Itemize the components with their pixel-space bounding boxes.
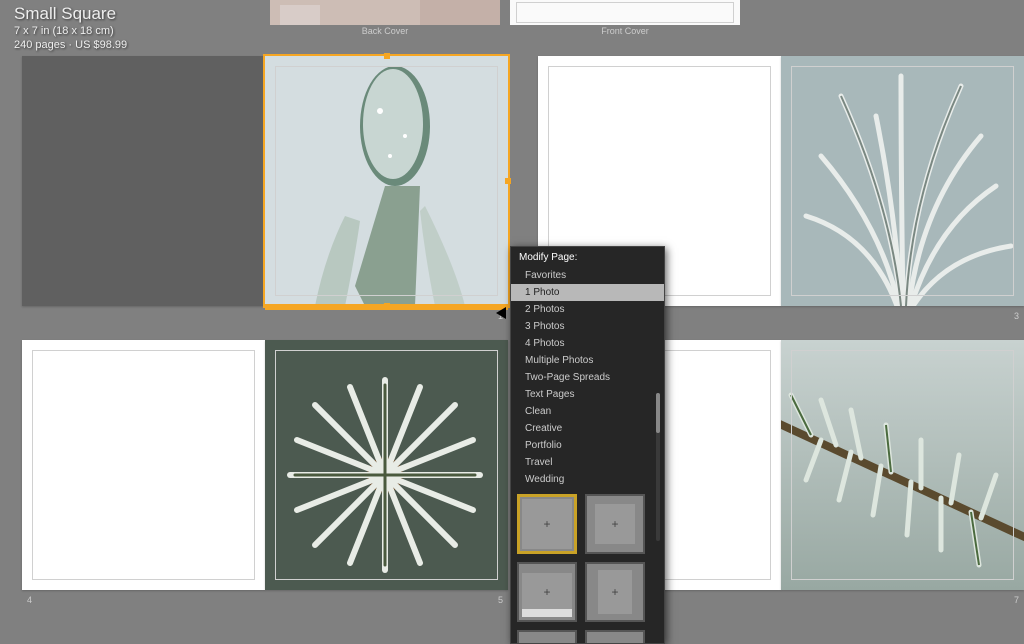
popup-item-travel[interactable]: Travel [511,454,664,471]
popup-item-3-photos[interactable]: 3 Photos [511,318,664,335]
layout-thumb-3[interactable]: + [517,562,577,622]
front-cover-label: Front Cover [601,26,649,36]
popup-item-4-photos[interactable]: 4 Photos [511,335,664,352]
page-5[interactable]: 5 [265,340,508,590]
popup-item-creative[interactable]: Creative [511,420,664,437]
book-pages-price: 240 pages · US $98.99 [14,38,127,52]
layout-thumb-2[interactable]: + [585,494,645,554]
modify-page-popup: Modify Page: Favorites 1 Photo 2 Photos … [510,246,665,644]
popup-item-clean[interactable]: Clean [511,403,664,420]
thumb-scrollbar[interactable] [656,393,660,541]
back-cover-label: Back Cover [362,26,409,36]
popup-item-2-photos[interactable]: 2 Photos [511,301,664,318]
popup-item-wedding[interactable]: Wedding [511,471,664,488]
book-title: Small Square [14,4,127,24]
popup-arrow [496,307,506,319]
page-num-7: 7 [1014,595,1019,605]
cover-row: Back Cover Front Cover [270,0,740,25]
page-1[interactable]: 1 [265,56,508,306]
page-num-4: 4 [27,595,32,605]
popup-item-1-photo[interactable]: 1 Photo [511,284,664,301]
book-dimensions: 7 x 7 in (18 x 18 cm) [14,24,127,38]
page-num-3: 3 [1014,311,1019,321]
page-7[interactable]: 7 [781,340,1024,590]
back-cover[interactable]: Back Cover [270,0,500,25]
page-num-5: 5 [498,595,503,605]
book-info: Small Square 7 x 7 in (18 x 18 cm) 240 p… [14,4,127,52]
popup-list: Favorites 1 Photo 2 Photos 3 Photos 4 Ph… [511,267,664,488]
popup-item-multiple-photos[interactable]: Multiple Photos [511,352,664,369]
layout-thumb-1[interactable]: + [517,494,577,554]
layout-thumb-5[interactable]: + [517,630,577,643]
front-cover[interactable]: Front Cover [510,0,740,25]
page-3[interactable]: 3 [781,56,1024,306]
layout-thumb-4[interactable]: + [585,562,645,622]
popup-item-text-pages[interactable]: Text Pages [511,386,664,403]
page-4[interactable]: 4 [22,340,265,590]
layout-thumbnails: + + + + + + [511,488,664,643]
spread-0-1: 1 [22,56,508,306]
popup-title: Modify Page: [511,247,664,267]
layout-thumb-6[interactable]: + [585,630,645,643]
popup-item-two-page-spreads[interactable]: Two-Page Spreads [511,369,664,386]
inside-cover[interactable] [22,56,265,306]
popup-item-portfolio[interactable]: Portfolio [511,437,664,454]
popup-item-favorites[interactable]: Favorites [511,267,664,284]
spread-4-5: 4 [22,340,508,590]
